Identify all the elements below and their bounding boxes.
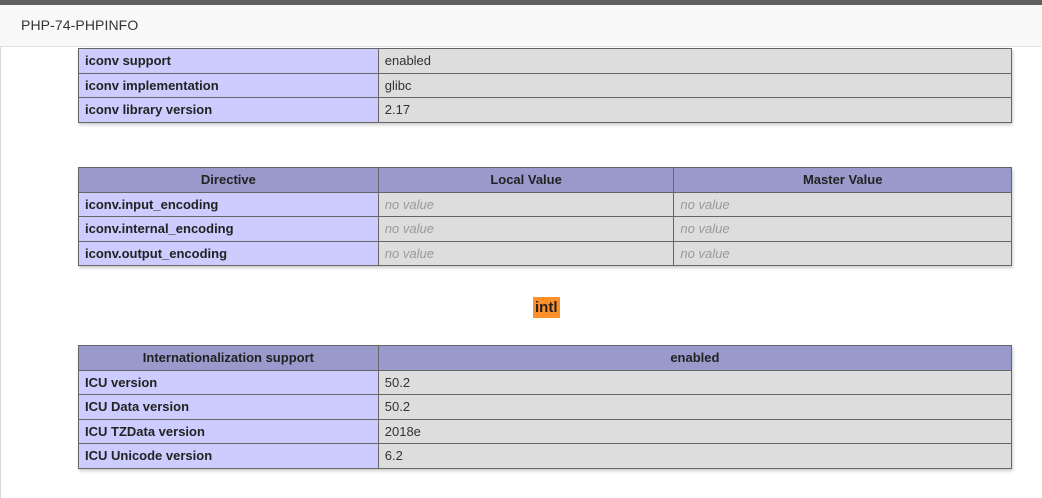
row-label: ICU version — [78, 369, 379, 395]
row-label: ICU Data version — [78, 394, 379, 420]
no-value-text: no value — [680, 245, 730, 261]
local-value: no value — [377, 216, 675, 242]
directive-name: iconv.output_encoding — [78, 240, 379, 266]
section-heading-intl: intl — [533, 297, 560, 318]
no-value-text: no value — [384, 221, 434, 237]
local-value: no value — [377, 191, 675, 217]
row-value: 2018e — [377, 418, 1013, 444]
phpinfo-content[interactable]: iconv support enabled iconv implementati… — [0, 47, 1042, 498]
table-row: iconv.internal_encoding no value no valu… — [78, 216, 1012, 242]
iconv-info-table: iconv support enabled iconv implementati… — [78, 48, 1013, 123]
column-header-intl-support: Internationalization support — [78, 345, 379, 371]
row-label: iconv support — [78, 48, 379, 74]
row-value: glibc — [377, 72, 1013, 98]
no-value-text: no value — [680, 196, 730, 212]
table-row: ICU TZData version 2018e — [78, 418, 1013, 444]
column-header-directive: Directive — [78, 167, 379, 193]
table-row: ICU version 50.2 — [78, 369, 1013, 395]
row-label: ICU Unicode version — [78, 443, 379, 469]
row-value: enabled — [377, 48, 1013, 74]
no-value-text: no value — [384, 245, 434, 261]
iconv-directives-table: Directive Local Value Master Value iconv… — [78, 167, 1012, 266]
no-value-text: no value — [384, 196, 434, 212]
directive-name: iconv.input_encoding — [78, 191, 379, 217]
table-row: iconv support enabled — [78, 48, 1013, 74]
title-bar: PHP-74-PHPINFO — [0, 5, 1042, 47]
master-value: no value — [673, 240, 1012, 266]
local-value: no value — [377, 240, 675, 266]
master-value: no value — [673, 216, 1012, 242]
window-title: PHP-74-PHPINFO — [21, 17, 139, 33]
master-value: no value — [673, 191, 1012, 217]
column-header-master-value: Master Value — [673, 167, 1012, 193]
table-row: ICU Data version 50.2 — [78, 394, 1013, 420]
directive-name: iconv.internal_encoding — [78, 216, 379, 242]
no-value-text: no value — [680, 221, 730, 237]
row-value: 6.2 — [377, 443, 1013, 469]
row-label: ICU TZData version — [78, 418, 379, 444]
row-value: 50.2 — [377, 394, 1013, 420]
intl-info-table: Internationalization support enabled ICU… — [78, 345, 1013, 469]
table-header-row: Internationalization support enabled — [78, 345, 1013, 371]
row-label: iconv library version — [78, 97, 379, 123]
column-header-intl-status: enabled — [377, 345, 1013, 371]
table-row: iconv.output_encoding no value no value — [78, 240, 1012, 266]
column-header-local-value: Local Value — [377, 167, 675, 193]
row-value: 50.2 — [377, 369, 1013, 395]
table-row: iconv implementation glibc — [78, 72, 1013, 98]
table-header-row: Directive Local Value Master Value — [78, 167, 1012, 193]
table-row: iconv library version 2.17 — [78, 97, 1013, 123]
table-row: iconv.input_encoding no value no value — [78, 191, 1012, 217]
row-value: 2.17 — [377, 97, 1013, 123]
row-label: iconv implementation — [78, 72, 379, 98]
table-row: ICU Unicode version 6.2 — [78, 443, 1013, 469]
